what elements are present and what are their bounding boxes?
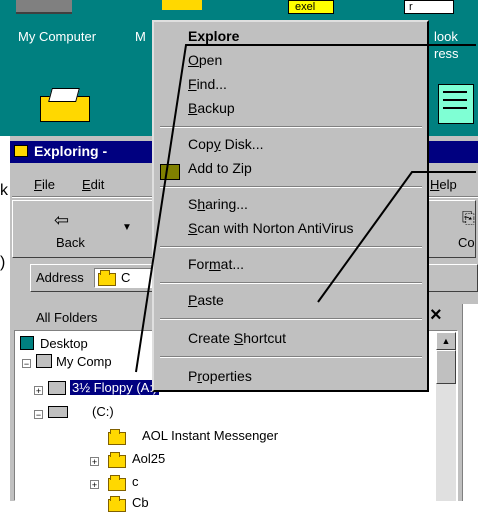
annotation-line-paste [317, 171, 476, 303]
annotation-line-explore [135, 44, 476, 373]
annotation-lines [135, 44, 476, 373]
